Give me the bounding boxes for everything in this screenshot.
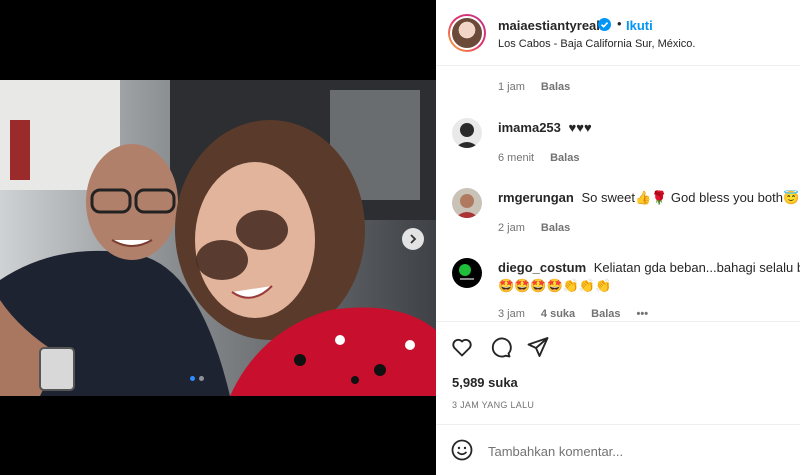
author-username[interactable]: maiaestiantyreal: [498, 18, 600, 33]
likes-count[interactable]: 5,989 suka: [452, 375, 518, 390]
reply-button[interactable]: Balas: [541, 81, 570, 93]
comment-text: Keliatan gda beban...bahagi selalu bu: [593, 260, 800, 275]
comment-input[interactable]: [488, 440, 778, 462]
author-avatar[interactable]: [448, 14, 486, 52]
comment-text-line2: 🤩🤩🤩🤩👏👏👏: [498, 278, 612, 293]
selfie-photo: [0, 80, 436, 396]
comment-avatar[interactable]: [452, 258, 482, 288]
divider: [436, 424, 800, 425]
comment-body: imama253 ♥♥♥: [498, 120, 592, 135]
post-timestamp: 3 JAM YANG LALU: [452, 400, 535, 410]
comment-likes[interactable]: 4 suka: [541, 308, 575, 320]
post-location[interactable]: Los Cabos - Baja California Sur, México.: [498, 38, 695, 50]
carousel-dot: [199, 376, 204, 381]
post-photo[interactable]: [0, 80, 436, 396]
comment-icon[interactable]: [488, 335, 512, 359]
post-header: maiaestiantyreal • Ikuti Los Cabos - Baj…: [436, 0, 800, 66]
heart-icon[interactable]: [450, 335, 474, 359]
separator-dot: •: [617, 16, 622, 31]
share-icon[interactable]: [526, 335, 550, 359]
comment-time: 6 menit: [498, 152, 535, 164]
verified-badge-icon: [598, 18, 611, 31]
comment-meta: 6 menit Balas: [498, 152, 579, 164]
post-panel: maiaestiantyreal • Ikuti Los Cabos - Baj…: [436, 0, 800, 475]
comment-username[interactable]: imama253: [498, 120, 561, 135]
comment-meta: 1 jam Balas: [498, 81, 570, 93]
comments-list: 1 jam Balas imama253 ♥♥♥ 6 menit Balas r…: [436, 66, 800, 320]
next-slide-button[interactable]: [402, 228, 424, 250]
comment-username[interactable]: rmgerungan: [498, 190, 574, 205]
post-media: [0, 0, 436, 475]
comment-time: 3 jam: [498, 308, 525, 320]
chevron-right-icon: [410, 234, 417, 244]
comment-text: So sweet👍🌹 God bless you both😇: [581, 190, 800, 205]
carousel-dot: [190, 376, 195, 381]
reply-button[interactable]: Balas: [541, 222, 570, 234]
follow-button[interactable]: Ikuti: [626, 18, 653, 33]
comment-time: 2 jam: [498, 222, 525, 234]
reply-button[interactable]: Balas: [591, 308, 620, 320]
carousel-dots: [190, 376, 204, 381]
comment-meta: 2 jam Balas: [498, 222, 570, 234]
reply-button[interactable]: Balas: [550, 152, 579, 164]
comment-text: ♥♥♥: [568, 120, 592, 135]
comment-username[interactable]: diego_costum: [498, 260, 586, 275]
comment-avatar[interactable]: [452, 188, 482, 218]
more-options-icon[interactable]: •••: [637, 308, 649, 320]
comment-avatar[interactable]: [452, 118, 482, 148]
comment-time: 1 jam: [498, 81, 525, 93]
emoji-icon[interactable]: [450, 438, 474, 462]
divider: [436, 321, 800, 322]
comment-body: rmgerungan So sweet👍🌹 God bless you both…: [498, 190, 799, 206]
comment-body: diego_costum Keliatan gda beban...bahagi…: [498, 260, 800, 275]
comment-meta: 3 jam 4 suka Balas •••: [498, 308, 648, 320]
